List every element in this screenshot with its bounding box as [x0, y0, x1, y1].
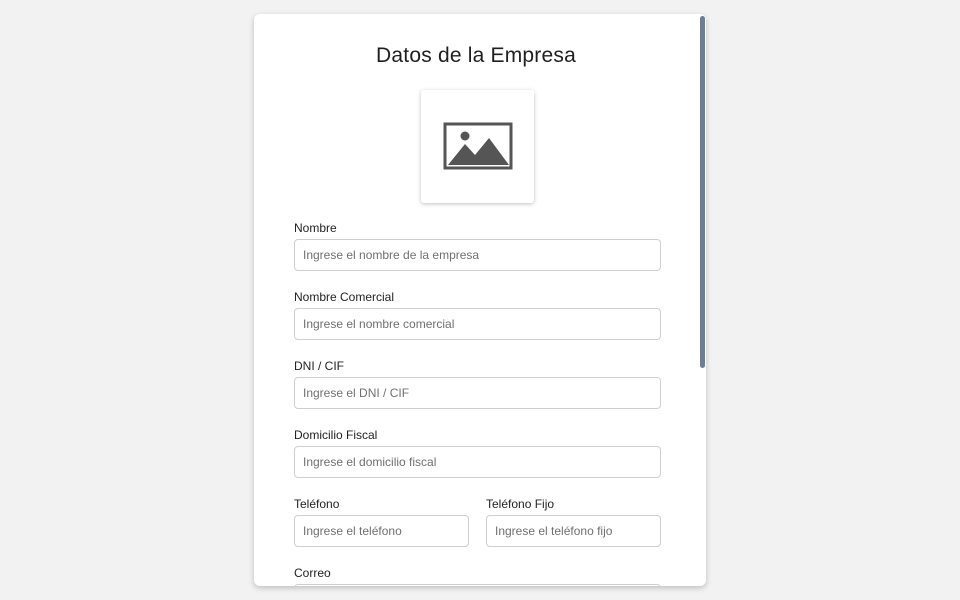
domicilio-fiscal-input[interactable]	[294, 446, 661, 478]
scrollbar[interactable]	[698, 14, 706, 586]
form-title: Datos de la Empresa	[376, 44, 576, 67]
logo-upload[interactable]	[421, 90, 534, 203]
scrollbar-thumb[interactable]	[700, 16, 705, 368]
dni-cif-input[interactable]	[294, 377, 661, 409]
nombre-comercial-label: Nombre Comercial	[294, 290, 395, 304]
nombre-comercial-input[interactable]	[294, 308, 661, 340]
telefono-label: Teléfono	[294, 497, 340, 511]
dni-cif-label: DNI / CIF	[294, 359, 344, 373]
nombre-label: Nombre	[294, 221, 337, 235]
domicilio-fiscal-label: Domicilio Fiscal	[294, 428, 378, 442]
nombre-input[interactable]	[294, 239, 661, 271]
telefono-fijo-label: Teléfono Fijo	[486, 497, 555, 511]
telefono-input[interactable]	[294, 515, 469, 547]
correo-label: Correo	[294, 566, 331, 580]
image-placeholder-icon	[443, 122, 512, 169]
telefono-fijo-input[interactable]	[486, 515, 661, 547]
company-form-card: Datos de la Empresa Nombre Nombre Comerc…	[254, 14, 706, 586]
correo-input[interactable]	[294, 584, 661, 586]
